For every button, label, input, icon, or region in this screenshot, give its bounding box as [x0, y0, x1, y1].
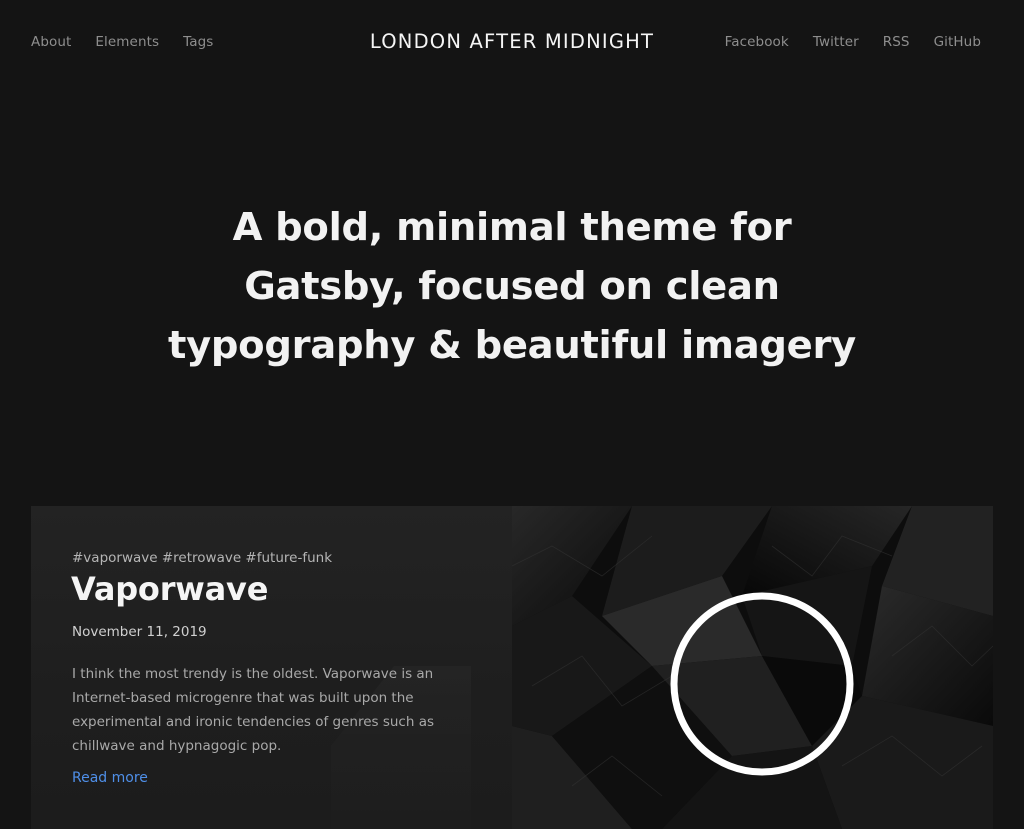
- hero-line-3: typography & beautiful imagery: [168, 323, 856, 368]
- hero-line-2: Gatsby, focused on clean: [244, 264, 780, 309]
- read-more-link[interactable]: Read more: [72, 770, 148, 786]
- post-date: November 11, 2019: [72, 624, 207, 640]
- post-card: #vaporwave #retrowave #future-funk Vapor…: [31, 506, 993, 829]
- nav-link-github[interactable]: GitHub: [934, 34, 981, 50]
- nav-right: Facebook Twitter RSS GitHub: [725, 34, 981, 50]
- post-title[interactable]: Vaporwave: [71, 570, 268, 608]
- nav-link-facebook[interactable]: Facebook: [725, 34, 789, 50]
- nav-link-twitter[interactable]: Twitter: [813, 34, 859, 50]
- nav-link-rss[interactable]: RSS: [883, 34, 910, 50]
- dark-rock-texture-image: [512, 506, 993, 829]
- hero-line-1: A bold, minimal theme for: [232, 205, 792, 250]
- post-excerpt: I think the most trendy is the oldest. V…: [72, 666, 435, 754]
- site-header: About Elements Tags LONDON AFTER MIDNIGH…: [0, 0, 1024, 86]
- post-text-panel: #vaporwave #retrowave #future-funk Vapor…: [31, 506, 512, 829]
- post-tags[interactable]: #vaporwave #retrowave #future-funk: [72, 550, 332, 566]
- post-image[interactable]: [512, 506, 993, 829]
- hero-tagline: A bold, minimal theme for Gatsby, focuse…: [0, 198, 1024, 375]
